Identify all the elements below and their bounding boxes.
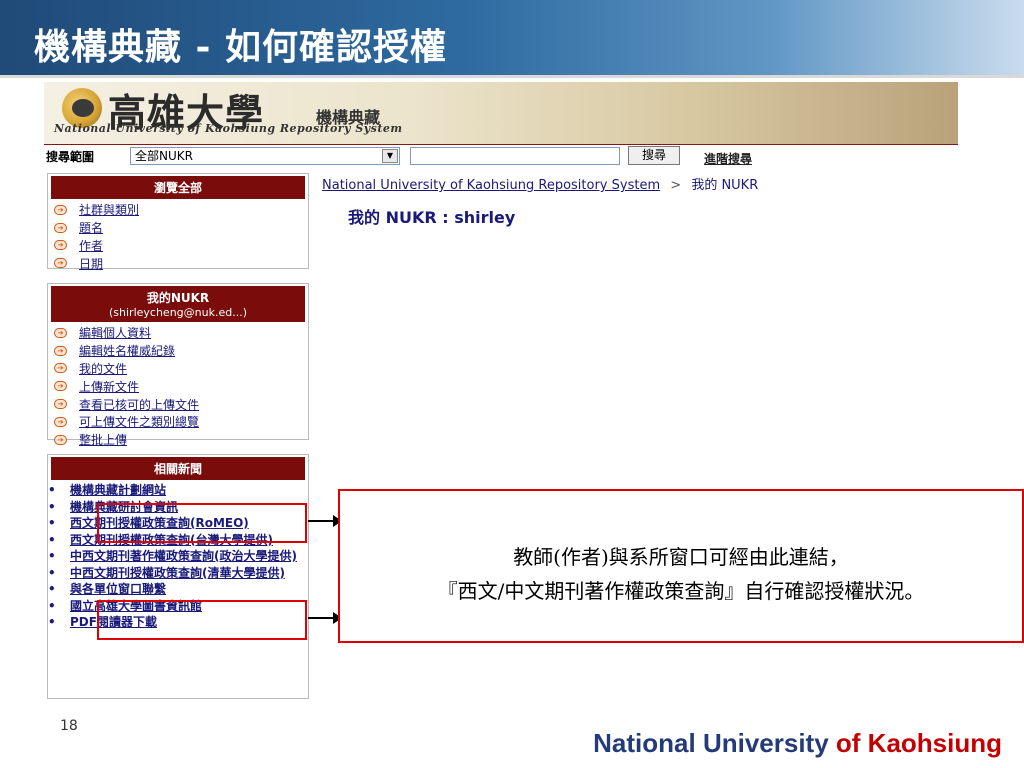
news-panel-heading: 相關新聞	[51, 457, 305, 480]
slide-title: 機構典藏 - 如何確認授權	[34, 26, 448, 68]
bullet-icon: •	[48, 483, 56, 497]
my-nukr-title: 我的NUKR	[146, 291, 210, 305]
news-panel: 相關新聞 • 機構典藏計劃網站 • 機構典藏研討會資訊 • 西文期刊授權政策查詢(Ro…	[47, 454, 309, 699]
my-nukr-panel: 我的NUKR (shirleycheng@nuk.ed...) ➔ 編輯個人資料 …	[47, 283, 309, 447]
arrow-right-icon: ➔	[54, 381, 67, 392]
my-nukr-item-upload-categories[interactable]: ➔ 可上傳文件之類別總覽	[48, 413, 308, 431]
arrow-right-icon: ➔	[54, 222, 67, 233]
search-scope-select[interactable]: 全部NUKR ▼	[130, 147, 400, 165]
my-nukr-item-batch-upload[interactable]: ➔ 整批上傳	[48, 431, 308, 449]
footer-brand-main: National University	[593, 728, 829, 758]
breadcrumb-current: 我的 NUKR	[691, 178, 759, 193]
arrow-right-icon: ➔	[54, 434, 67, 445]
bullet-icon: •	[48, 615, 56, 629]
arrow-right-icon: ➔	[54, 327, 67, 338]
bullet-icon: •	[48, 565, 56, 580]
page-heading: 我的 NUKR : shirley	[348, 208, 516, 227]
slide-title-bar: 機構典藏 - 如何確認授權	[0, 0, 1024, 78]
arrow-right-icon: ➔	[54, 204, 67, 215]
highlight-box-west-journals	[97, 503, 307, 543]
highlight-box-chinese-journals	[97, 600, 307, 640]
user-email: (shirleycheng@nuk.ed...)	[109, 306, 247, 319]
browse-panel: 瀏覽全部 ➔ 社群與類別 ➔ 題名 ➔ 作者 ➔ 日期	[47, 173, 309, 272]
callout-line-1: 教師(作者)與系所窗口可經由此連結，	[513, 545, 849, 569]
news-item-ir-project-site[interactable]: • 機構典藏計劃網站	[8, 482, 308, 499]
search-bar: 搜尋範圍 全部NUKR ▼ 搜尋 進階搜尋	[44, 144, 958, 166]
bullet-icon: •	[48, 532, 56, 547]
news-item-contact-units[interactable]: • 與各單位窗口聯繫	[8, 581, 308, 598]
news-item-nccu-policy[interactable]: • 中西文期刊著作權政策查詢(政治大學提供)	[8, 548, 308, 565]
my-nukr-item-upload[interactable]: ➔ 上傳新文件	[48, 377, 308, 395]
slide-page-number: 18	[60, 718, 78, 734]
arrow-right-icon: ➔	[54, 258, 67, 269]
news-item-nthu-policy[interactable]: • 中西文期刊授權政策查詢(清華大學提供)	[8, 565, 308, 582]
search-button[interactable]: 搜尋	[628, 146, 680, 165]
footer-brand-accent: of Kaohsiung	[835, 728, 1002, 758]
my-nukr-item-approved-uploads[interactable]: ➔ 查看已核可的上傳文件	[48, 395, 308, 413]
search-input[interactable]	[410, 147, 620, 165]
advanced-search-link[interactable]: 進階搜尋	[704, 150, 752, 167]
my-nukr-panel-heading: 我的NUKR (shirleycheng@nuk.ed...)	[51, 286, 305, 322]
bullet-icon: •	[48, 549, 56, 563]
browse-item-date[interactable]: ➔ 日期	[48, 254, 308, 272]
breadcrumb-home-link[interactable]: National University of Kaohsiung Reposit…	[322, 178, 660, 193]
browse-item-author[interactable]: ➔ 作者	[48, 237, 308, 255]
breadcrumb-separator: >	[670, 178, 682, 193]
browse-panel-heading: 瀏覽全部	[51, 176, 305, 199]
search-scope-value: 全部NUKR	[135, 149, 193, 163]
browse-item-title[interactable]: ➔ 題名	[48, 219, 308, 237]
my-nukr-item-edit-profile[interactable]: ➔ 編輯個人資料	[48, 324, 308, 342]
annotation-callout: 教師(作者)與系所窗口可經由此連結， 『西文/中文期刊著作權政策查詢』自行確認授…	[338, 489, 1024, 643]
my-nukr-item-my-documents[interactable]: ➔ 我的文件	[48, 360, 308, 378]
my-nukr-item-edit-name-authority[interactable]: ➔ 編輯姓名權威紀錄	[48, 342, 308, 360]
bullet-icon: •	[48, 582, 56, 596]
repository-english-name: National University of Kaohsiung Reposit…	[54, 122, 403, 135]
footer-brand: National University of Kaohsiung	[593, 728, 1002, 759]
arrow-right-icon: ➔	[54, 399, 67, 410]
site-header: 高雄大學 機構典藏 National University of Kaohsiu…	[44, 82, 958, 144]
arrow-right-icon: ➔	[54, 363, 67, 374]
arrow-connector-icon	[308, 515, 342, 527]
bullet-icon: •	[48, 499, 56, 514]
browse-item-communities[interactable]: ➔ 社群與類別	[48, 201, 308, 219]
arrow-right-icon: ➔	[54, 416, 67, 427]
arrow-right-icon: ➔	[54, 240, 67, 251]
arrow-connector-icon	[308, 612, 342, 624]
arrow-right-icon: ➔	[54, 345, 67, 356]
callout-line-2: 『西文/中文期刊著作權政策查詢』自行確認授權狀況。	[437, 579, 925, 603]
bullet-icon: •	[48, 598, 56, 613]
chevron-down-icon[interactable]: ▼	[382, 149, 398, 163]
breadcrumb: National University of Kaohsiung Reposit…	[322, 174, 758, 193]
bullet-icon: •	[48, 516, 56, 530]
search-scope-label: 搜尋範圍	[46, 150, 95, 164]
